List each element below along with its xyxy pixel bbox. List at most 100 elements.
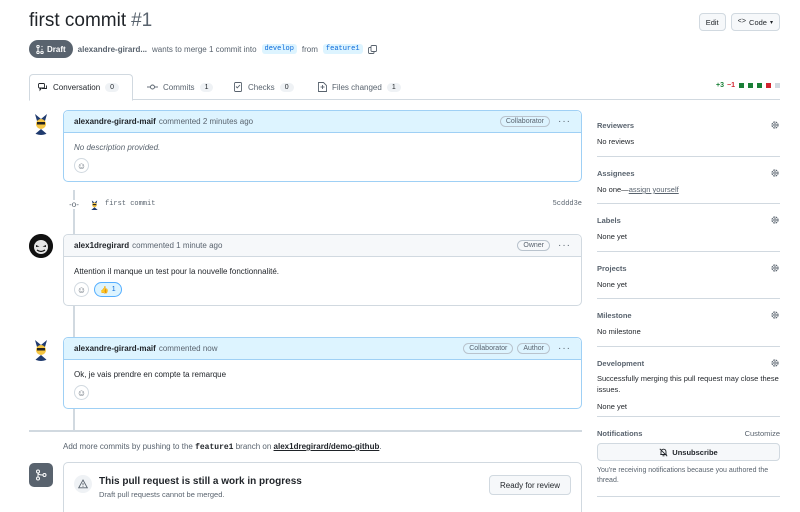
reviewers-label[interactable]: Reviewers — [597, 121, 634, 130]
pr-number: #1 — [131, 10, 153, 31]
thumbs-up-icon: 👍 — [100, 286, 109, 294]
comment-time[interactable]: commented 1 minute ago — [132, 241, 222, 250]
gear-icon[interactable] — [770, 168, 780, 178]
comment-card: alex1dregirard commented 1 minute ago Ow… — [63, 234, 582, 306]
from-text: from — [301, 44, 318, 54]
gear-icon[interactable] — [770, 120, 780, 130]
tab-conversation[interactable]: Conversation 0 — [29, 74, 133, 101]
merge-text: wants to merge 1 commit into — [152, 44, 257, 54]
file-diff-icon — [318, 82, 327, 92]
comment-time[interactable]: commented now — [159, 344, 218, 353]
edit-button[interactable]: Edit — [698, 13, 726, 31]
development-text: Successfully merging this pull request m… — [597, 374, 779, 394]
tab-files-changed[interactable]: Files changed 1 — [310, 74, 409, 100]
notifications-label: Notifications — [597, 429, 643, 438]
kebab-menu-icon[interactable]: ··· — [558, 240, 571, 251]
commit-sha[interactable]: 5cddd3e — [553, 200, 582, 208]
commit-message[interactable]: first commit — [105, 200, 155, 208]
kebab-menu-icon[interactable]: ··· — [558, 116, 571, 127]
edit-button-label: Edit — [705, 17, 719, 27]
git-pull-request-draft-icon — [36, 44, 44, 54]
copy-icon[interactable] — [367, 44, 377, 54]
tab-checks-label: Checks — [248, 82, 275, 92]
projects-label[interactable]: Projects — [597, 264, 627, 273]
avatar[interactable] — [29, 234, 53, 258]
git-commit-icon — [147, 84, 158, 90]
thumbs-up-reaction[interactable]: 👍 1 — [94, 282, 122, 297]
tab-files-changed-count: 1 — [386, 82, 401, 92]
assignees-value: No one— — [597, 185, 629, 194]
reaction-count: 1 — [111, 286, 116, 293]
comment-header: alex1dregirard commented 1 minute ago Ow… — [64, 235, 581, 257]
pr-title: first commit — [29, 10, 127, 31]
tab-commits[interactable]: Commits 1 — [139, 74, 221, 100]
development-label[interactable]: Development — [597, 359, 644, 368]
draft-badge: Draft — [29, 40, 73, 58]
diffstat-additions: +3 — [716, 82, 725, 89]
diffstat-square — [748, 83, 753, 88]
commit-avatar-image — [89, 198, 100, 210]
gear-icon[interactable] — [770, 263, 780, 273]
sidebar: Reviewers No reviews Assignees No one—as… — [597, 110, 780, 497]
diffstat-square — [739, 83, 744, 88]
unsubscribe-button[interactable]: Unsubscribe — [597, 443, 780, 461]
milestone-label[interactable]: Milestone — [597, 311, 632, 320]
push-info: Add more commits by pushing to the featu… — [63, 442, 382, 452]
add-reaction-button[interactable]: ☺ — [74, 385, 89, 400]
comment-author[interactable]: alex1dregirard — [74, 241, 129, 250]
labels-value: None yet — [597, 232, 628, 241]
ready-for-review-button[interactable]: Ready for review — [488, 475, 571, 495]
wip-subtitle: Draft pull requests cannot be merged. — [99, 490, 225, 499]
sidebar-development: Development Successfully merging this pu… — [597, 347, 780, 417]
tab-commits-count: 1 — [199, 82, 214, 92]
sidebar-reviewers: Reviewers No reviews — [597, 110, 780, 157]
code-button-label: Code — [749, 17, 767, 27]
alert-icon-glyph — [78, 479, 88, 489]
push-info-suffix: . — [379, 442, 382, 451]
customize-link[interactable]: Customize — [745, 429, 780, 438]
git-commit-icon: -o- — [67, 199, 81, 209]
sidebar-projects: Projects None yet — [597, 252, 780, 299]
labels-label[interactable]: Labels — [597, 216, 621, 225]
comment-header: alexandre-girard-maif commented now Coll… — [64, 338, 581, 360]
smiley-icon: ☺ — [76, 160, 87, 171]
author-badge: Author — [517, 343, 550, 354]
assign-yourself-link[interactable]: assign yourself — [629, 185, 679, 194]
milestone-value: No milestone — [597, 327, 641, 336]
pr-author-link[interactable]: alexandre-girard... — [78, 45, 147, 54]
avatar-image — [29, 111, 53, 135]
diffstat-deletions: −1 — [727, 82, 735, 89]
reviewers-value: No reviews — [597, 137, 635, 146]
comment-time[interactable]: commented 2 minutes ago — [159, 117, 253, 126]
gear-icon[interactable] — [770, 215, 780, 225]
base-branch[interactable]: develop — [261, 44, 297, 54]
avatar[interactable] — [29, 111, 53, 135]
gear-icon[interactable] — [770, 310, 780, 320]
assignees-label[interactable]: Assignees — [597, 169, 635, 178]
head-branch[interactable]: feature1 — [322, 44, 363, 54]
kebab-menu-icon[interactable]: ··· — [558, 343, 571, 354]
tab-files-changed-label: Files changed — [332, 82, 382, 92]
comment-card: alexandre-girard-maif commented 2 minute… — [63, 110, 582, 182]
add-reaction-button[interactable]: ☺ — [74, 282, 89, 297]
role-badge: Collaborator — [463, 343, 514, 354]
comment-body: Ok, je vais prendre en compte ta remarqu… — [74, 370, 227, 379]
smiley-icon: ☺ — [76, 284, 87, 295]
commit-author-avatar[interactable] — [89, 198, 100, 210]
git-merge-icon-glyph — [36, 469, 47, 481]
tab-checks[interactable]: Checks 0 — [226, 74, 302, 100]
add-reaction-button[interactable]: ☺ — [74, 158, 89, 173]
avatar-image — [29, 234, 53, 258]
diffstat: +3 −1 — [716, 82, 780, 89]
gear-icon[interactable] — [770, 358, 780, 368]
comment-body: Attention il manque un test pour la nouv… — [74, 267, 280, 276]
comment-author[interactable]: alexandre-girard-maif — [74, 117, 156, 126]
smiley-icon: ☺ — [76, 387, 87, 398]
push-info-middle: branch on — [235, 442, 272, 451]
diffstat-square — [775, 83, 780, 88]
repo-link[interactable]: alex1dregirard/demo-github — [274, 442, 380, 451]
avatar[interactable] — [29, 337, 53, 361]
projects-value: None yet — [597, 280, 628, 289]
code-button[interactable]: <> Code ▾ — [730, 13, 780, 31]
comment-author[interactable]: alexandre-girard-maif — [74, 344, 156, 353]
